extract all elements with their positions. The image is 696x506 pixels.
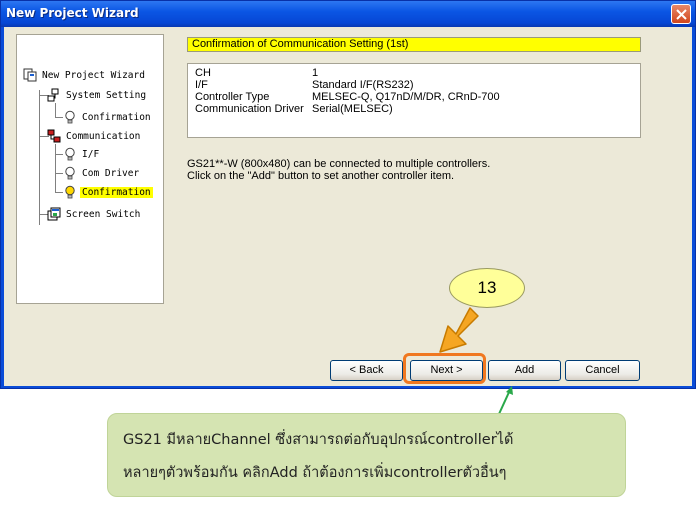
close-icon (676, 9, 687, 20)
tree-item-label: I/F (82, 148, 100, 160)
lightbulb-icon (63, 185, 77, 199)
setting-value: 1 (312, 67, 319, 79)
setting-value: Serial(MELSEC) (312, 103, 393, 115)
screen-switch-icon (47, 207, 61, 221)
setting-key: Communication Driver (195, 103, 304, 115)
tree-item-screen-switch[interactable]: Screen Switch (47, 206, 142, 222)
tree-item-label: System Setting (66, 89, 147, 101)
setting-key: CH (195, 67, 211, 79)
tree-item-com-driver[interactable]: Com Driver (63, 165, 141, 181)
tree-item-new-project-wizard[interactable]: New Project Wizard (23, 67, 147, 83)
add-button[interactable]: Add (488, 360, 561, 381)
info-message: GS21**-W (800x480) can be connected to m… (187, 158, 657, 182)
settings-summary: CH 1 I/F Standard I/F(RS232) Controller … (187, 63, 641, 138)
wizard-step-tree: New Project Wizard System Setting Confir… (16, 34, 164, 304)
back-button[interactable]: < Back (330, 360, 403, 381)
communication-icon (47, 129, 61, 143)
next-button-highlight (403, 353, 486, 384)
info-line: Click on the "Add" button to set another… (187, 170, 455, 182)
close-button[interactable] (671, 4, 691, 24)
project-icon (23, 68, 37, 82)
lightbulb-icon (63, 110, 77, 124)
cancel-button[interactable]: Cancel (565, 360, 640, 381)
system-setting-icon (47, 88, 61, 102)
lightbulb-icon (63, 147, 77, 161)
tree-item-communication-confirmation[interactable]: Confirmation (63, 184, 153, 200)
step-arrow-icon (439, 307, 479, 353)
tree-item-system-setting[interactable]: System Setting (47, 87, 148, 103)
tree-item-system-confirmation[interactable]: Confirmation (63, 109, 153, 125)
info-line: GS21**-W (800x480) can be connected to m… (187, 158, 491, 170)
explanation-note: GS21 มีหลายChannel ซึ่งสามารถต่อกับอุปกร… (107, 413, 626, 497)
tree-item-communication[interactable]: Communication (47, 128, 142, 144)
setting-value: Standard I/F(RS232) (312, 79, 414, 91)
tree-item-label: New Project Wizard (42, 69, 145, 81)
title-bar[interactable]: New Project Wizard (1, 1, 695, 27)
tree-item-label: Communication (66, 130, 141, 142)
note-line: GS21 มีหลายChannel ซึ่งสามารถต่อกับอุปกร… (123, 432, 514, 448)
step-header: Confirmation of Communication Setting (1… (187, 37, 641, 52)
window-title: New Project Wizard (6, 6, 139, 20)
setting-key: I/F (195, 79, 208, 91)
tree-item-label: Screen Switch (66, 208, 141, 220)
tree-item-label: Com Driver (82, 167, 140, 179)
setting-key: Controller Type (195, 91, 270, 103)
setting-value: MELSEC-Q, Q17nD/M/DR, CRnD-700 (312, 91, 500, 103)
tree-item-label: Confirmation (82, 111, 151, 123)
wizard-body: New Project Wizard System Setting Confir… (4, 27, 692, 386)
wizard-window: New Project Wizard New Project Wizard Sy… (0, 0, 696, 389)
step-number-badge: 13 (449, 268, 525, 308)
tree-item-interface[interactable]: I/F (63, 146, 101, 162)
tree-item-label: Confirmation (80, 186, 153, 198)
pointer-arrow-icon (498, 386, 513, 415)
lightbulb-icon (63, 166, 77, 180)
note-line: หลายๆตัวพร้อมกัน คลิกAdd ถ้าต้องการเพิ่ม… (123, 465, 507, 481)
